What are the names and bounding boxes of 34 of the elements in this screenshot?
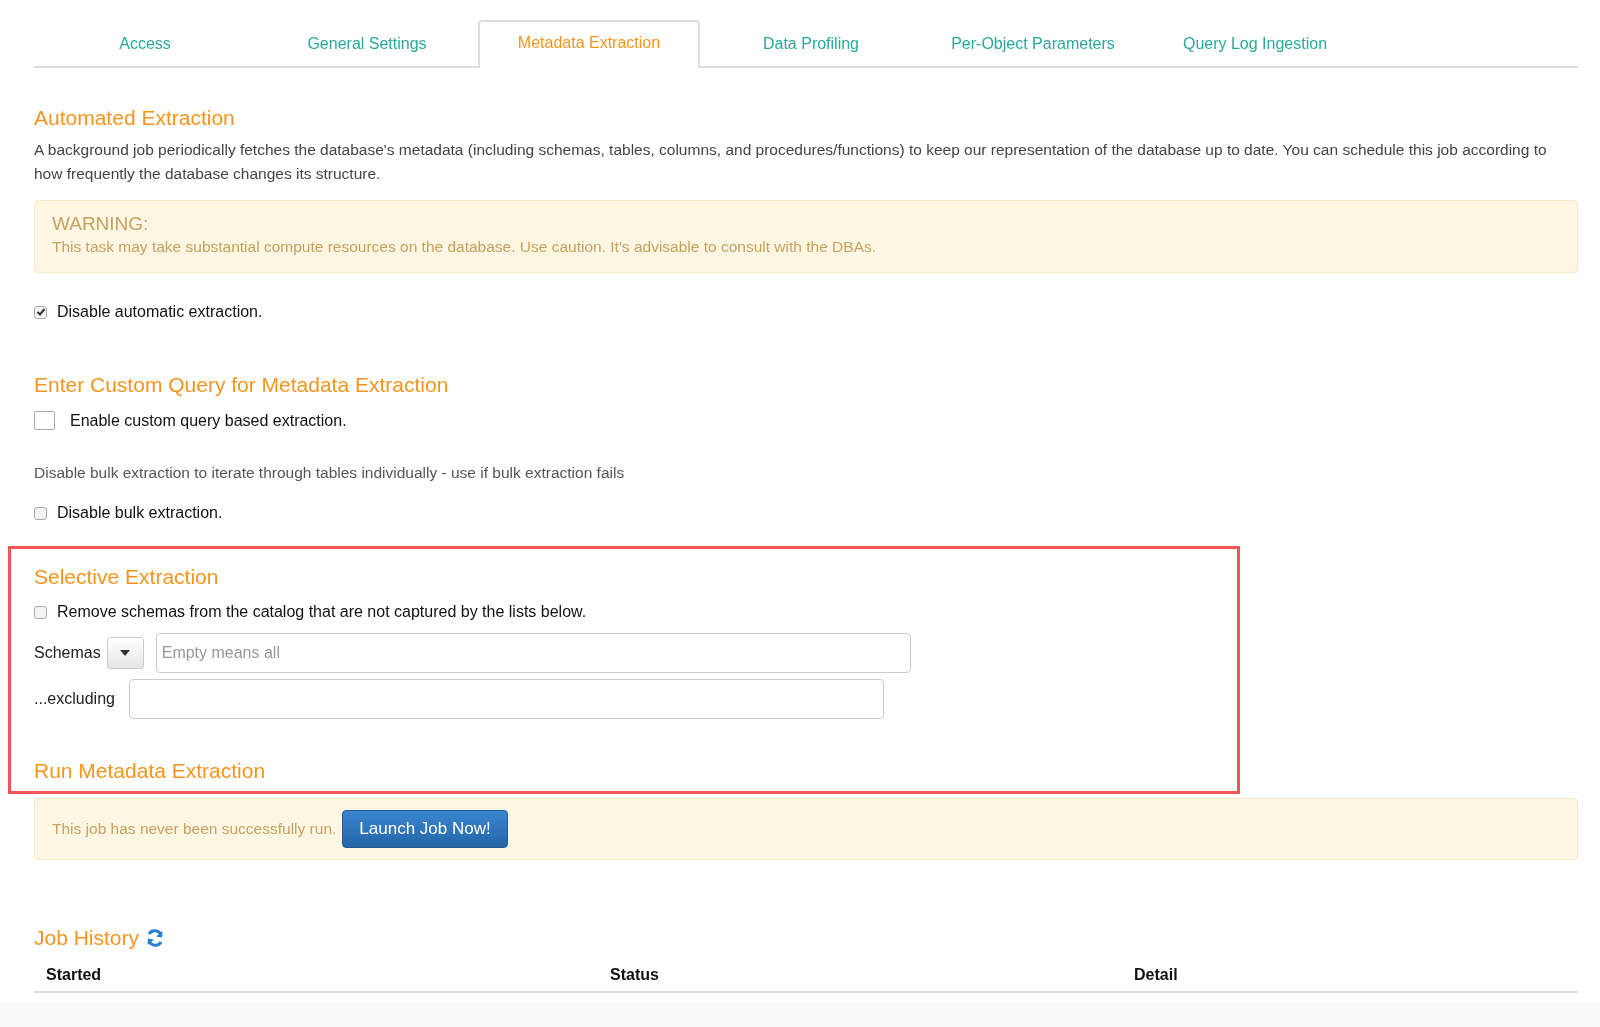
section-heading: Selective Extraction — [34, 565, 220, 589]
section-heading: Job History — [34, 926, 140, 950]
section-heading: Automated Extraction — [34, 106, 236, 130]
note-text: Disable bulk extraction to iterate through tables individually - use if bulk extraction fails — [34, 464, 626, 482]
checkbox-label: Disable bulk extraction. — [57, 504, 223, 522]
column-header: Detail — [1122, 960, 1578, 992]
checkbox-label: Remove schemas from the catalog that are not captured by the lists below. — [57, 603, 587, 621]
column-header: Status — [598, 960, 1122, 992]
field-label: ...excluding — [34, 690, 115, 708]
tab[interactable]: Per-Object Parameters — [922, 22, 1144, 68]
column-header: Started — [34, 960, 598, 992]
warning-title: WARNING: — [52, 213, 150, 235]
checkbox[interactable] — [34, 411, 55, 430]
schemas-field[interactable]: Empty means all — [155, 633, 911, 673]
excluding-field[interactable] — [128, 679, 884, 719]
description: A background job periodically fetches the database's metadata (including schemas, tables, columns, and procedures/functions) to keep our representation of the database up to date. You can schedule this job according to how frequently the database changes its structure. — [34, 140, 1548, 184]
section-heading: Run Metadata Extraction — [34, 759, 267, 783]
tab[interactable]: Access — [34, 22, 256, 68]
status-text: This job has never been successfully run. — [52, 820, 337, 838]
dropdown-button[interactable] — [106, 637, 144, 669]
tab[interactable]: Query Log Ingestion — [1144, 22, 1366, 68]
checkbox[interactable] — [34, 506, 47, 520]
field-label: Schemas — [34, 644, 101, 662]
checkbox[interactable] — [34, 305, 47, 319]
checkbox-label: Enable custom query based extraction. — [70, 411, 347, 430]
tab[interactable]: Metadata Extraction — [478, 20, 700, 68]
checkbox-label: Disable automatic extraction. — [57, 303, 263, 321]
warning-text: This task may take substantial compute resources on the database. Use caution. It's advisable to consult with the DBAs. — [52, 238, 878, 256]
caret-icon — [120, 650, 131, 656]
launch-button[interactable]: Launch Job Now! — [342, 810, 508, 848]
tab[interactable]: Data Profiling — [700, 22, 922, 68]
section-heading: Enter Custom Query for Metadata Extraction — [34, 373, 450, 397]
tab[interactable]: General Settings — [256, 22, 478, 68]
checkbox[interactable] — [34, 605, 47, 619]
